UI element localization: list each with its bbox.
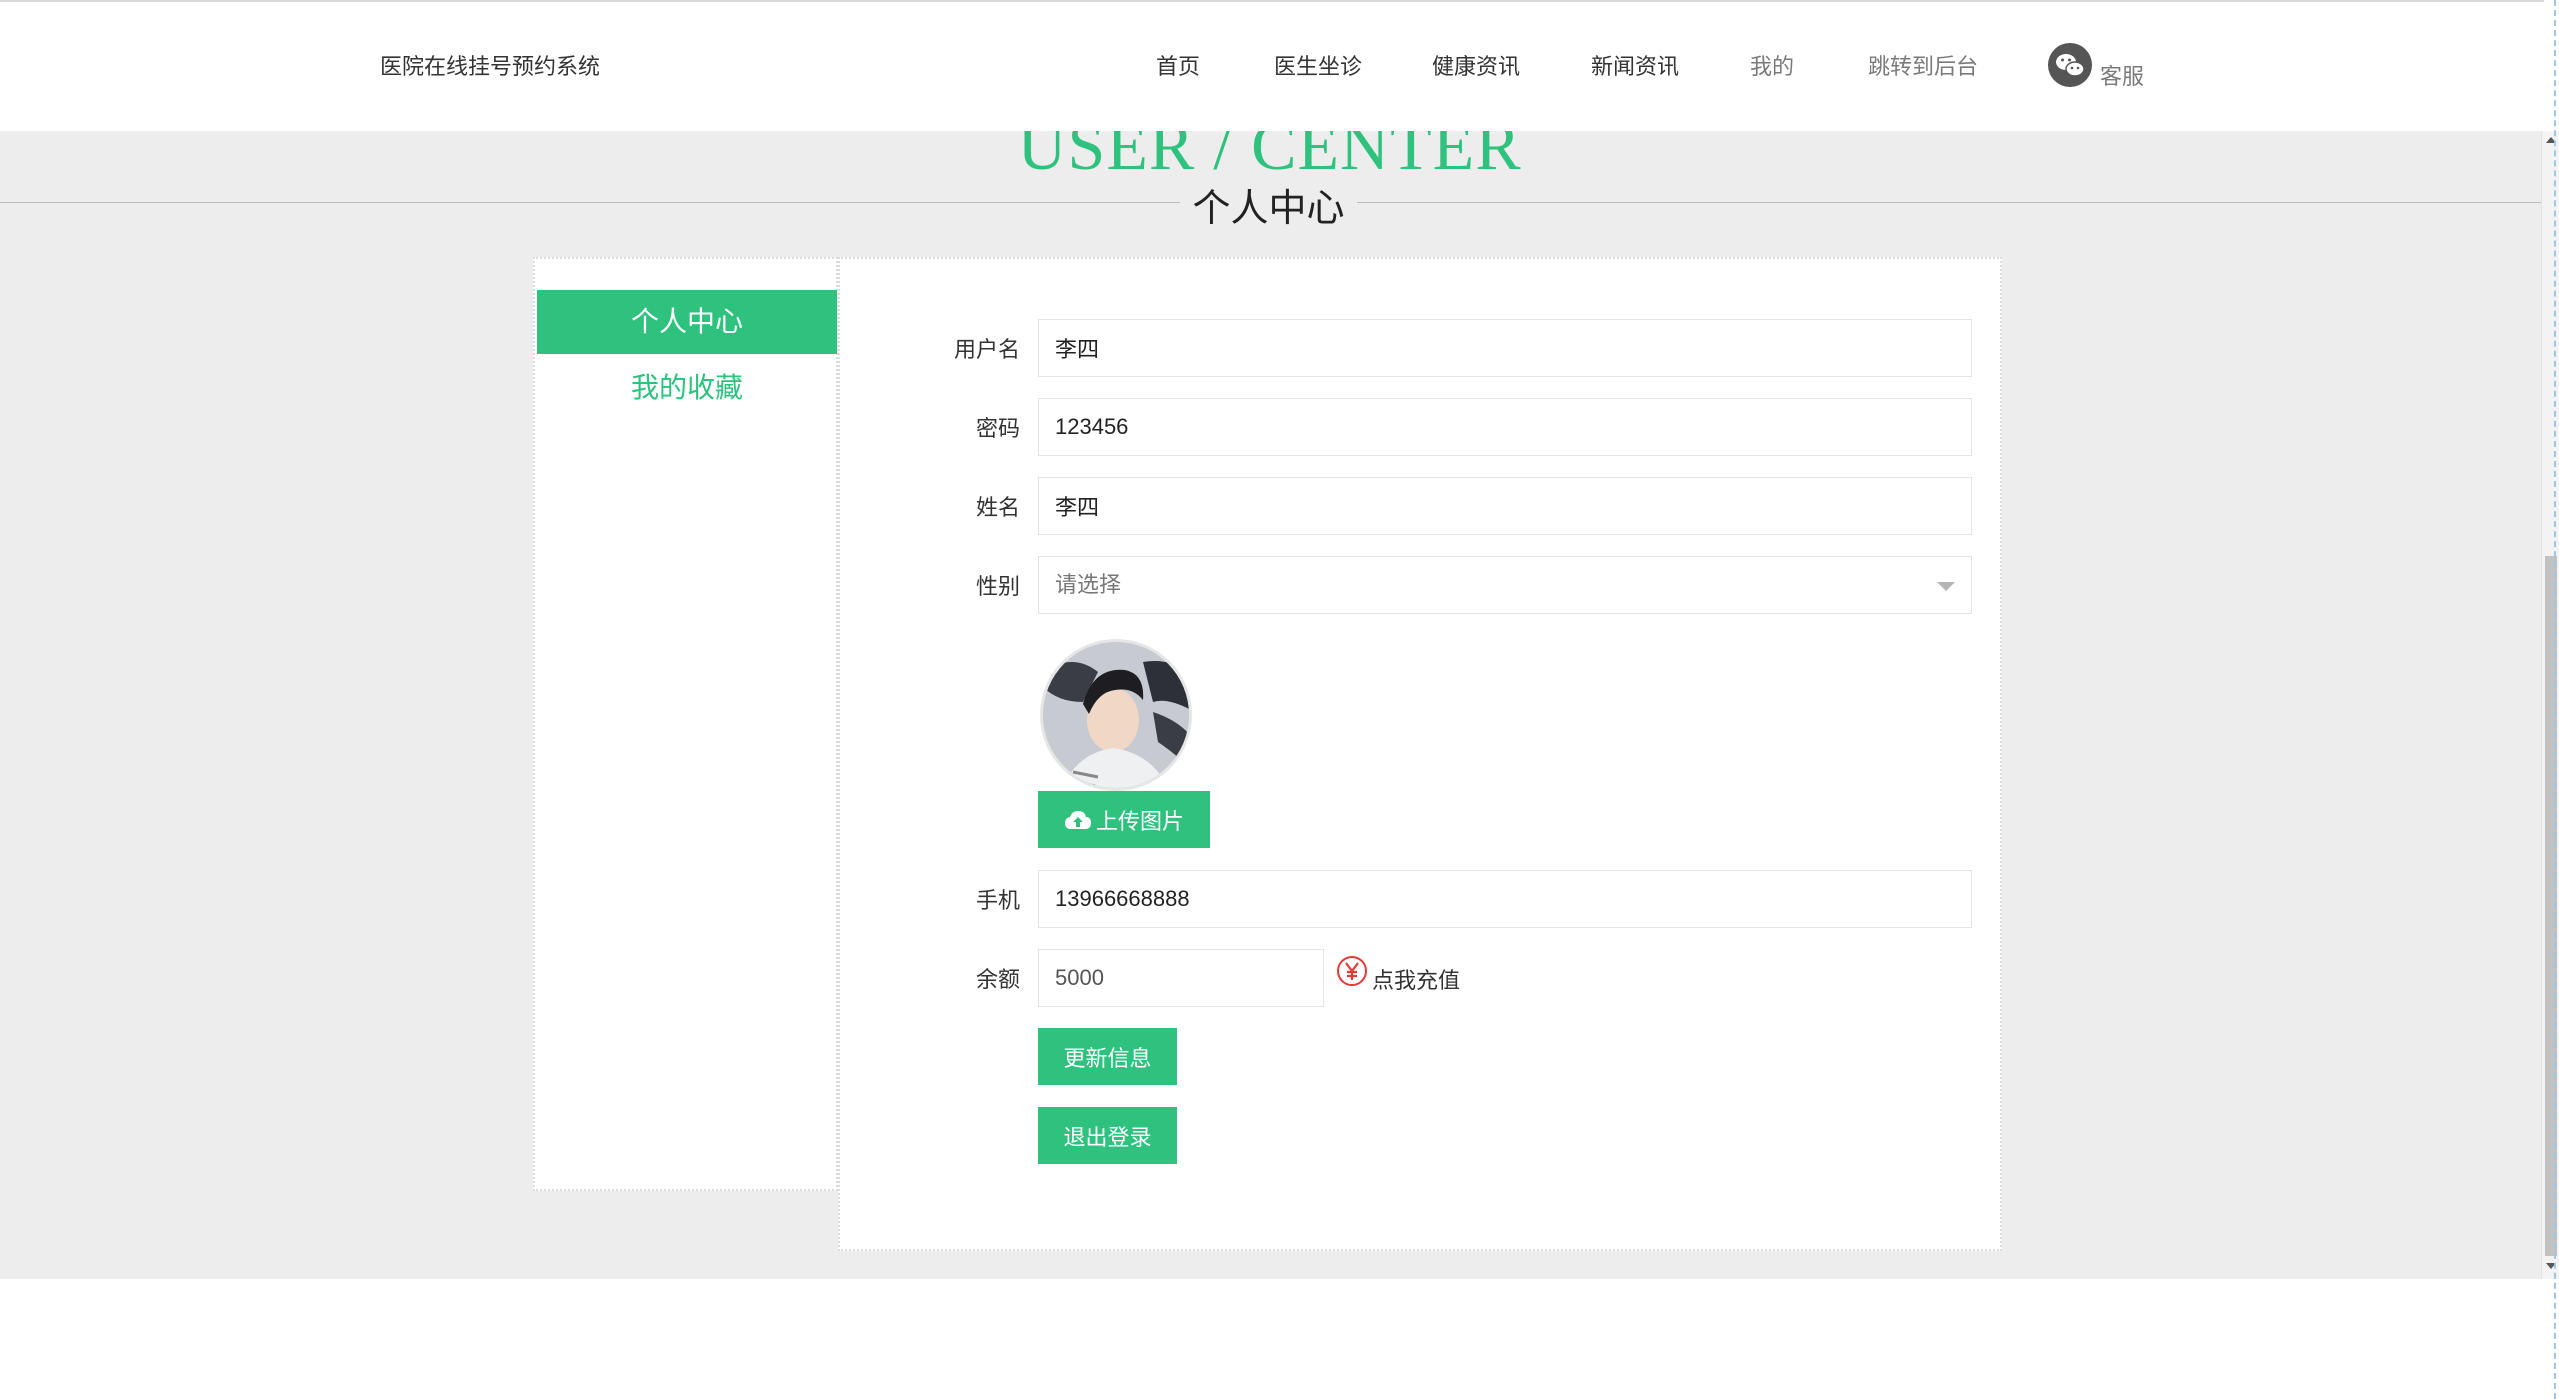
balance-field[interactable] (1038, 949, 1324, 1007)
nav-news[interactable]: 新闻资讯 (1591, 49, 1679, 81)
avatar (1040, 639, 1192, 791)
top-navbar: 医院在线挂号预约系统 首页 医生坐诊 健康资讯 新闻资讯 我的 跳转到后台 客服 (0, 0, 2544, 131)
nav-doctors[interactable]: 医生坐诊 (1274, 49, 1362, 81)
customer-service-label: 客服 (2100, 64, 2145, 89)
title-divider-left (0, 202, 1180, 203)
side-menu-item-user-center[interactable]: 个人中心 (537, 290, 837, 354)
balance-label: 余额 (975, 967, 1020, 992)
phone-label: 手机 (975, 888, 1020, 913)
page-title-cn: 个人中心 (1192, 188, 1345, 230)
side-menu-item-favorites[interactable]: 我的收藏 (537, 356, 837, 420)
gender-label: 性别 (975, 574, 1020, 599)
phone-field[interactable] (1038, 870, 1972, 928)
upload-image-button[interactable]: 上传图片 (1038, 791, 1210, 848)
vertical-scrollbar[interactable] (2541, 131, 2559, 1279)
name-field[interactable] (1038, 477, 1972, 535)
recharge-label: 点我充值 (1372, 968, 1461, 993)
name-label: 姓名 (975, 495, 1020, 520)
profile-form-panel: 用户名 密码 姓名 性别 请选择 (838, 257, 2002, 1251)
wechat-icon (2048, 43, 2092, 87)
upload-image-label: 上传图片 (1095, 808, 1184, 834)
nav-admin[interactable]: 跳转到后台 (1868, 49, 1978, 81)
main-content-area: USER / CENTER 个人中心 个人中心 我的收藏 用户名 密码 姓名 性… (0, 131, 2544, 1279)
logout-button[interactable]: 退出登录 (1038, 1107, 1177, 1164)
title-divider-right (1357, 202, 2544, 203)
update-info-button[interactable]: 更新信息 (1038, 1028, 1177, 1085)
password-label: 密码 (975, 416, 1020, 441)
nav-mine[interactable]: 我的 (1750, 49, 1794, 81)
window-edge-guide (2554, 0, 2556, 1399)
site-title[interactable]: 医院在线挂号预约系统 (380, 49, 600, 81)
logout-label: 退出登录 (1063, 1124, 1152, 1150)
yuan-icon (1337, 956, 1367, 986)
gender-select-placeholder: 请选择 (1055, 572, 1122, 597)
nav-home[interactable]: 首页 (1156, 49, 1200, 81)
side-menu: 个人中心 我的收藏 (533, 257, 838, 1191)
password-field[interactable] (1038, 398, 1972, 456)
username-label: 用户名 (953, 337, 1020, 362)
chevron-down-icon (1937, 582, 1955, 591)
cloud-upload-icon (1064, 810, 1091, 829)
username-field[interactable] (1038, 319, 1972, 377)
avatar-image (1043, 642, 1189, 788)
nav-health-info[interactable]: 健康资讯 (1432, 49, 1520, 81)
gender-select[interactable]: 请选择 (1038, 556, 1972, 614)
update-info-label: 更新信息 (1063, 1045, 1152, 1071)
